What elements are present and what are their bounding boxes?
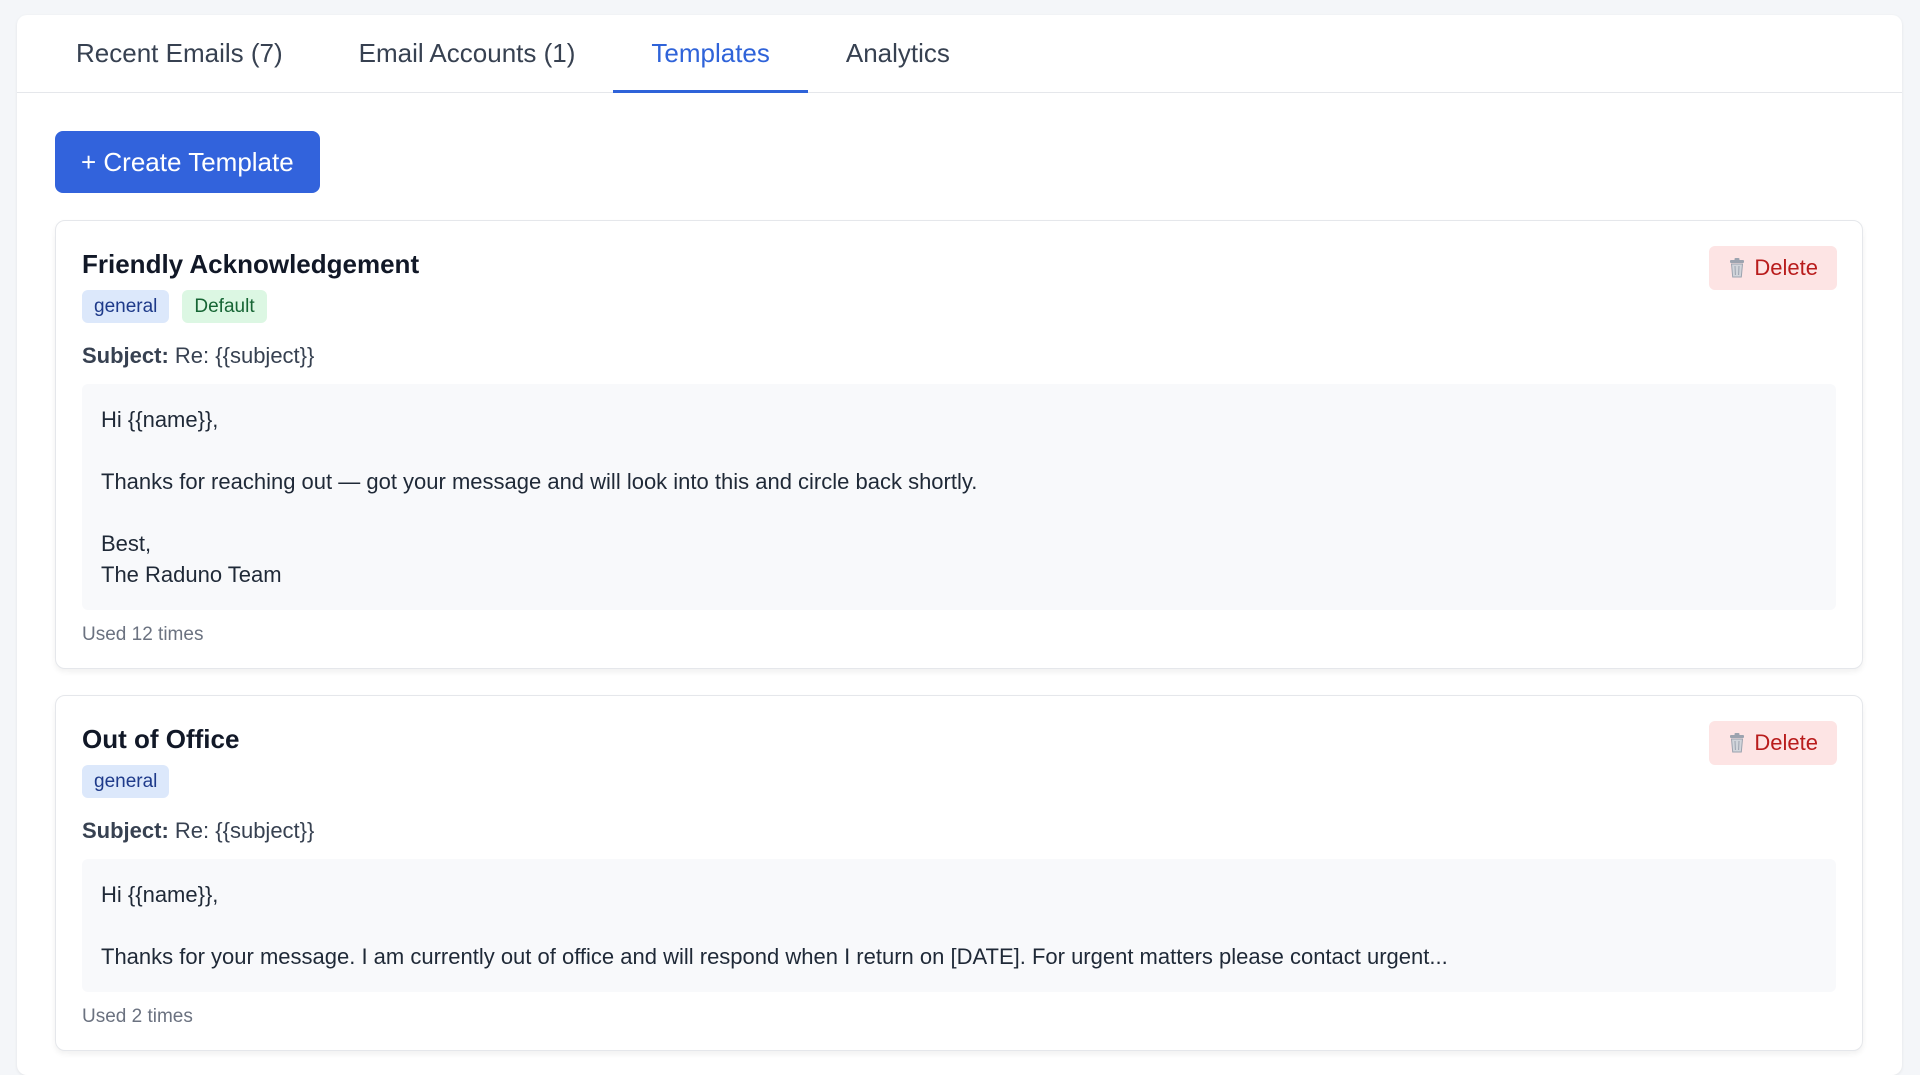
category-tag: general xyxy=(82,290,169,323)
template-title: Out of Office xyxy=(82,724,1836,755)
template-title: Friendly Acknowledgement xyxy=(82,249,1836,280)
template-card: Out of Office general Subject: Re: {{sub… xyxy=(55,695,1863,1051)
body-line: Thanks for reaching out — got your messa… xyxy=(101,466,1817,497)
tab-bar: Recent Emails (7) Email Accounts (1) Tem… xyxy=(17,15,1902,93)
create-template-button[interactable]: + Create Template xyxy=(55,131,320,193)
subject-label: Subject: xyxy=(82,343,169,368)
template-card: Friendly Acknowledgement general Default… xyxy=(55,220,1863,669)
tab-email-accounts[interactable]: Email Accounts (1) xyxy=(321,14,614,92)
subject-label: Subject: xyxy=(82,818,169,843)
trash-icon xyxy=(1728,733,1746,753)
body-line xyxy=(101,497,1817,528)
delete-button[interactable]: Delete xyxy=(1709,721,1837,765)
templates-content: + Create Template Friendly Acknowledgeme… xyxy=(17,93,1902,1051)
tab-recent-emails[interactable]: Recent Emails (7) xyxy=(38,14,321,92)
body-line: The Raduno Team xyxy=(101,559,1817,590)
template-tags: general xyxy=(82,765,1836,798)
delete-label: Delete xyxy=(1754,255,1818,281)
body-line: Hi {{name}}, xyxy=(101,404,1817,435)
usage-count: Used 2 times xyxy=(82,1006,1836,1028)
delete-button[interactable]: Delete xyxy=(1709,246,1837,290)
templates-panel: Recent Emails (7) Email Accounts (1) Tem… xyxy=(17,15,1902,1075)
body-line: Best, xyxy=(101,528,1817,559)
subject-value: Re: {{subject}} xyxy=(175,343,314,368)
template-body: Hi {{name}}, Thanks for reaching out — g… xyxy=(82,384,1836,610)
template-tags: general Default xyxy=(82,290,1836,323)
category-tag: general xyxy=(82,765,169,798)
usage-count: Used 12 times xyxy=(82,624,1836,646)
template-subject: Subject: Re: {{subject}} xyxy=(82,343,1836,369)
subject-value: Re: {{subject}} xyxy=(175,818,314,843)
body-line: Thanks for your message. I am currently … xyxy=(101,941,1817,972)
delete-label: Delete xyxy=(1754,730,1818,756)
template-body: Hi {{name}}, Thanks for your message. I … xyxy=(82,859,1836,992)
body-line xyxy=(101,910,1817,941)
tab-templates[interactable]: Templates xyxy=(613,14,808,92)
default-badge: Default xyxy=(182,290,266,323)
template-subject: Subject: Re: {{subject}} xyxy=(82,818,1836,844)
body-line: Hi {{name}}, xyxy=(101,879,1817,910)
tab-analytics[interactable]: Analytics xyxy=(808,14,988,92)
body-line xyxy=(101,435,1817,466)
trash-icon xyxy=(1728,258,1746,278)
